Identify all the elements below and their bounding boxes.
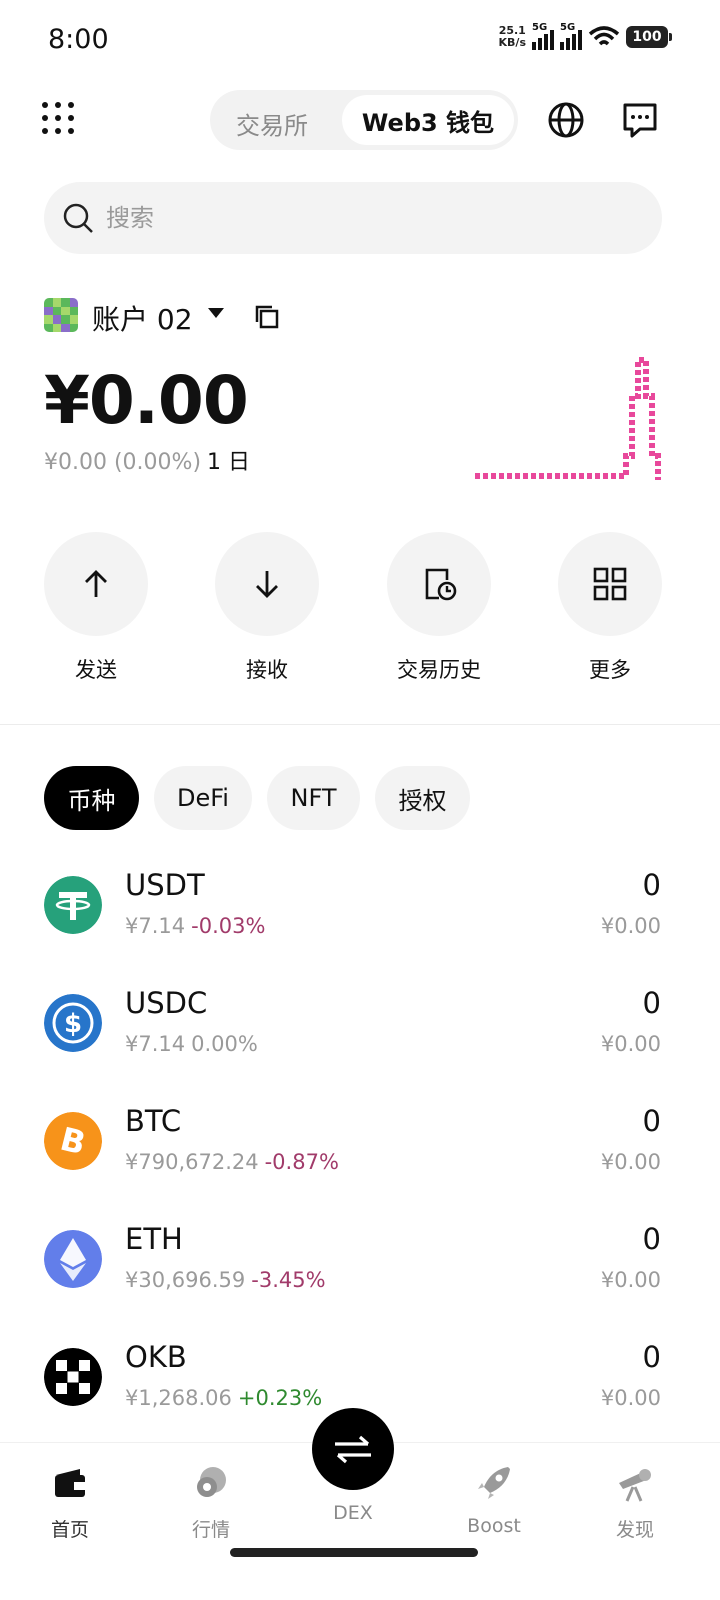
token-value: ¥0.00: [600, 914, 661, 938]
token-change: +0.23%: [237, 1386, 323, 1410]
more-label: 更多: [589, 658, 631, 682]
history-action[interactable]: 交易历史: [387, 532, 491, 684]
wallet-icon: [55, 1469, 85, 1497]
token-symbol: USDT: [125, 868, 205, 902]
dex-button[interactable]: [312, 1408, 394, 1490]
arrow-down-icon: [256, 571, 278, 598]
token-price: ¥30,696.59 -3.45%: [125, 1268, 326, 1292]
token-value: ¥0.00: [600, 1150, 661, 1174]
token-row-eth[interactable]: ETH ¥30,696.59 -3.45% 0 ¥0.00: [0, 1222, 720, 1340]
rocket-icon: [478, 1467, 510, 1499]
total-balance: ¥0.00: [44, 362, 249, 439]
token-symbol: OKB: [125, 1340, 187, 1374]
token-amount: 0: [642, 1222, 661, 1256]
balance-sparkline: [475, 357, 661, 480]
token-amount: 0: [642, 1104, 661, 1138]
token-amount: 0: [642, 1340, 661, 1374]
token-change: -0.03%: [191, 914, 266, 938]
eth-icon: [44, 1230, 102, 1288]
tab-boost[interactable]: Boost: [444, 1463, 544, 1537]
history-label: 交易历史: [397, 658, 481, 682]
globe-icon[interactable]: [546, 100, 586, 140]
token-value: ¥0.00: [600, 1386, 661, 1410]
more-action[interactable]: 更多: [558, 532, 662, 684]
token-amount: 0: [642, 986, 661, 1020]
chip-approvals[interactable]: 授权: [375, 766, 470, 830]
history-icon: [425, 568, 457, 601]
network-speed: 25.1 KB/s: [498, 24, 526, 49]
tab-exchange[interactable]: 交易所: [236, 106, 308, 141]
copy-icon[interactable]: [254, 304, 280, 330]
cell-signal-icon: 5G: [532, 22, 554, 50]
receive-label: 接收: [246, 658, 288, 682]
battery-icon: 100: [626, 26, 672, 48]
token-price: ¥7.14 0.00%: [125, 1032, 258, 1056]
token-symbol: BTC: [125, 1104, 182, 1138]
tab-web3-wallet[interactable]: Web3 钱包: [342, 95, 514, 145]
usdt-icon: [44, 876, 102, 934]
token-change: 0.00%: [191, 1032, 258, 1056]
token-price: ¥1,268.06 +0.23%: [125, 1386, 323, 1410]
token-change: -0.87%: [264, 1150, 339, 1174]
svg-text:$: $: [64, 1009, 82, 1039]
mode-switch: 交易所 Web3 钱包: [210, 90, 518, 150]
telescope-icon: [619, 1469, 651, 1502]
token-value: ¥0.00: [600, 1268, 661, 1292]
status-bar: 8:00 25.1 KB/s 5G 5G 100: [0, 0, 720, 80]
tab-home[interactable]: 首页: [20, 1463, 120, 1542]
section-divider: [0, 724, 720, 725]
grid-icon: [593, 567, 627, 601]
cell-signal-icon: 5G: [560, 22, 582, 50]
search-icon: [63, 203, 93, 233]
arrow-up-icon: [85, 570, 107, 597]
wifi-icon: [588, 26, 620, 46]
apps-grid-icon[interactable]: [42, 102, 76, 136]
caret-down-icon[interactable]: [208, 308, 224, 318]
balance-change: ¥0.00 (0.00%) 1 日: [44, 450, 251, 475]
token-price: ¥790,672.24 -0.87%: [125, 1150, 339, 1174]
okb-icon: [44, 1348, 102, 1406]
status-time: 8:00: [48, 24, 109, 55]
status-icons: 25.1 KB/s 5G 5G 100: [498, 22, 672, 50]
send-label: 发送: [75, 658, 117, 682]
token-change: -3.45%: [251, 1268, 326, 1292]
tab-dex-label: DEX: [333, 1502, 373, 1524]
receive-action[interactable]: 接收: [215, 532, 319, 684]
token-row-usdt[interactable]: USDT ¥7.14 -0.03% 0 ¥0.00: [0, 868, 720, 986]
message-icon[interactable]: [620, 100, 660, 140]
swap-icon: [335, 1435, 371, 1464]
period-selector[interactable]: 1 日: [207, 450, 250, 475]
btc-icon: B: [44, 1112, 102, 1170]
home-indicator[interactable]: [230, 1548, 478, 1557]
chip-nft[interactable]: NFT: [267, 766, 360, 830]
account-avatar[interactable]: [44, 298, 78, 332]
token-row-usdc[interactable]: $ USDC ¥7.14 0.00% 0 ¥0.00: [0, 986, 720, 1104]
tab-market[interactable]: 行情: [161, 1463, 261, 1542]
search-input[interactable]: [106, 198, 626, 238]
market-icon: [197, 1467, 226, 1497]
token-amount: 0: [642, 868, 661, 902]
token-row-btc[interactable]: B BTC ¥790,672.24 -0.87% 0 ¥0.00: [0, 1104, 720, 1222]
account-name[interactable]: 账户 02: [92, 298, 193, 338]
token-price: ¥7.14 -0.03%: [125, 914, 266, 938]
token-symbol: ETH: [125, 1222, 183, 1256]
token-symbol: USDC: [125, 986, 208, 1020]
send-action[interactable]: 发送: [44, 532, 148, 684]
usdc-icon: $: [44, 994, 102, 1052]
chip-tokens[interactable]: 币种: [44, 766, 139, 830]
tab-discover[interactable]: 发现: [585, 1463, 685, 1542]
search-bar[interactable]: [44, 182, 662, 254]
token-value: ¥0.00: [600, 1032, 661, 1056]
chip-defi[interactable]: DeFi: [154, 766, 252, 830]
